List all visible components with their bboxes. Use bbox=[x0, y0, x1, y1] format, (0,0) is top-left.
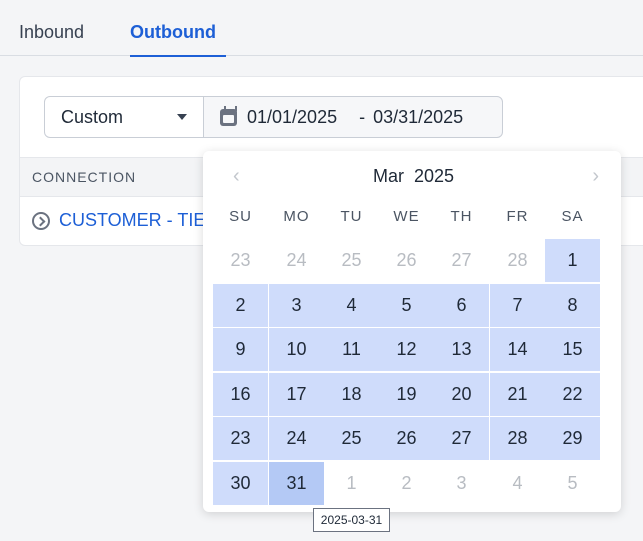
calendar-day[interactable]: 3 bbox=[434, 462, 489, 505]
calendar-day[interactable]: 4 bbox=[324, 283, 379, 327]
weekday-header: SU bbox=[229, 208, 252, 225]
calendar-day[interactable]: 13 bbox=[434, 328, 489, 372]
next-month-button[interactable]: › bbox=[592, 165, 599, 188]
start-date: 01/01/2025 bbox=[247, 106, 338, 127]
calendar-day[interactable]: 17 bbox=[269, 372, 324, 416]
tab-outbound[interactable]: Outbound bbox=[130, 22, 226, 57]
calendar-day[interactable]: 2 bbox=[379, 462, 434, 505]
calendar-day[interactable]: 3 bbox=[269, 283, 324, 327]
calendar-day[interactable]: 10 bbox=[269, 328, 324, 372]
calendar-day[interactable]: 5 bbox=[379, 283, 434, 327]
calendar-day[interactable]: 19 bbox=[379, 372, 434, 416]
calendar-day[interactable]: 23 bbox=[213, 239, 268, 282]
calendar-day[interactable]: 16 bbox=[213, 372, 268, 416]
calendar-day[interactable]: 21 bbox=[490, 372, 545, 416]
month-year-label: Mar 2025 bbox=[373, 166, 454, 187]
calendar-day[interactable]: 24 bbox=[269, 417, 324, 461]
tab-bar: Inbound Outbound bbox=[0, 0, 643, 57]
year-label[interactable]: 2025 bbox=[414, 166, 454, 186]
prev-month-button[interactable]: ‹ bbox=[233, 165, 240, 188]
calendar-day-selected-end[interactable]: 31 bbox=[269, 462, 324, 505]
calendar-day[interactable]: 12 bbox=[379, 328, 434, 372]
end-date: 03/31/2025 bbox=[373, 106, 464, 127]
connection-name[interactable]: CUSTOMER - TIE bbox=[59, 210, 205, 231]
calendar-day[interactable]: 26 bbox=[379, 417, 434, 461]
calendar-day[interactable]: 14 bbox=[490, 328, 545, 372]
calendar-icon bbox=[220, 105, 237, 126]
expand-circle-icon[interactable] bbox=[32, 211, 50, 230]
calendar-day[interactable]: 11 bbox=[324, 328, 379, 372]
weekday-header: MO bbox=[283, 208, 310, 225]
calendar-day[interactable]: 9 bbox=[213, 328, 268, 372]
calendar-day[interactable]: 27 bbox=[434, 417, 489, 461]
calendar-day[interactable]: 8 bbox=[545, 283, 600, 327]
caret-down-icon bbox=[177, 114, 187, 120]
date-range-input[interactable]: 01/01/2025 - 03/31/2025 bbox=[203, 96, 503, 138]
weekday-header: SA bbox=[561, 208, 584, 225]
month-label[interactable]: Mar bbox=[373, 166, 404, 186]
calendar-day[interactable]: 25 bbox=[324, 417, 379, 461]
calendar-day[interactable]: 26 bbox=[379, 239, 434, 282]
weekday-header: WE bbox=[393, 208, 420, 225]
weekday-header: TH bbox=[450, 208, 473, 225]
column-header-connection: CONNECTION bbox=[32, 169, 137, 185]
calendar-day[interactable]: 7 bbox=[490, 283, 545, 327]
calendar-day[interactable]: 1 bbox=[324, 462, 379, 505]
calendar-day[interactable]: 6 bbox=[434, 283, 489, 327]
calendar-day[interactable]: 23 bbox=[213, 417, 268, 461]
date-tooltip: 2025-03-31 bbox=[313, 508, 390, 532]
calendar-day[interactable]: 27 bbox=[434, 239, 489, 282]
calendar-day[interactable]: 2 bbox=[213, 283, 268, 327]
calendar-day[interactable]: 4 bbox=[490, 462, 545, 505]
tab-inbound[interactable]: Inbound bbox=[19, 22, 84, 55]
date-separator: - bbox=[359, 106, 366, 127]
calendar-day[interactable]: 24 bbox=[269, 239, 324, 282]
calendar-day[interactable]: 29 bbox=[545, 417, 600, 461]
weekday-header: TU bbox=[340, 208, 363, 225]
calendar-day[interactable]: 28 bbox=[490, 417, 545, 461]
range-type-select[interactable]: Custom bbox=[44, 96, 204, 138]
calendar-day[interactable]: 20 bbox=[434, 372, 489, 416]
calendar-day[interactable]: 5 bbox=[545, 462, 600, 505]
range-type-value: Custom bbox=[61, 106, 124, 127]
calendar-day[interactable]: 15 bbox=[545, 328, 600, 372]
calendar-day[interactable]: 18 bbox=[324, 372, 379, 416]
weekday-header: FR bbox=[506, 208, 529, 225]
table-row[interactable]: CUSTOMER - TIE bbox=[32, 210, 205, 231]
calendar-day[interactable]: 22 bbox=[545, 372, 600, 416]
calendar-day[interactable]: 30 bbox=[213, 462, 268, 505]
date-picker-popup: ‹ Mar 2025 › SU MO TU WE TH FR SA 23 24 25 26 27 28 1 2… bbox=[203, 151, 621, 512]
calendar-day[interactable]: 28 bbox=[490, 239, 545, 282]
calendar-day[interactable]: 25 bbox=[324, 239, 379, 282]
calendar-day[interactable]: 1 bbox=[545, 239, 600, 282]
calendar-header: ‹ Mar 2025 › bbox=[203, 151, 621, 201]
